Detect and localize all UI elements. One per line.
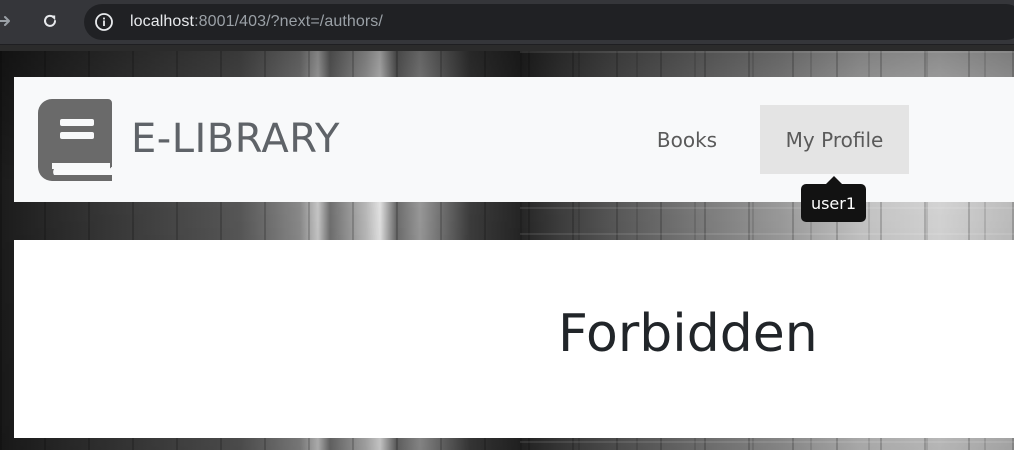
username-tooltip: user1 (801, 184, 866, 222)
page-heading: Forbidden (558, 304, 818, 364)
site-navbar: E-LIBRARY Books My Profile (14, 77, 1014, 202)
url-path: :8001/403/?next=/authors/ (194, 13, 383, 30)
arrow-right-icon (0, 16, 10, 26)
site-brand[interactable]: E-LIBRARY (131, 115, 340, 163)
site-info-icon[interactable] (94, 12, 114, 32)
browser-toolbar: localhost:8001/403/?next=/authors/ (0, 0, 1014, 45)
url-text[interactable]: localhost:8001/403/?next=/authors/ (130, 12, 383, 32)
url-host: localhost (130, 13, 195, 30)
reload-button[interactable] (36, 7, 64, 35)
content-card: Forbidden (14, 240, 1014, 438)
nav-books-link[interactable]: Books (642, 105, 732, 174)
reload-icon (44, 14, 56, 27)
tooltip-arrow (826, 176, 842, 184)
address-bar[interactable]: localhost:8001/403/?next=/authors/ (84, 4, 1014, 40)
nav-my-profile-link[interactable]: My Profile (760, 105, 909, 174)
book-logo-icon[interactable] (38, 99, 112, 181)
back-button[interactable] (0, 7, 18, 35)
